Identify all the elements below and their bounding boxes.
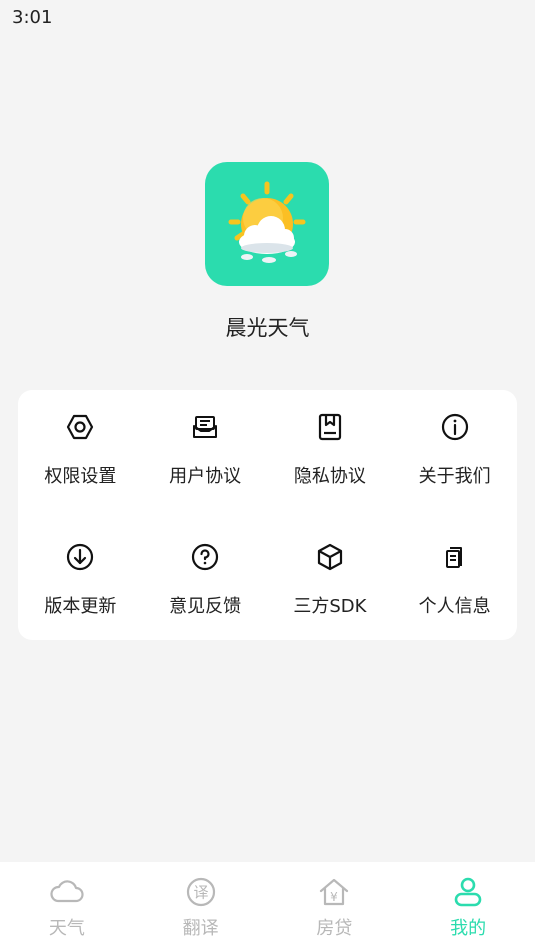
tab-translate[interactable]: 译 翻译 [134,862,268,951]
menu-item-user-agreement[interactable]: 用户协议 [143,390,268,520]
app-logo-icon [205,162,329,286]
book-icon [315,412,345,442]
info-icon [440,412,470,442]
hexagon-settings-icon [65,412,95,442]
menu-item-label: 权限设置 [44,466,117,487]
menu-item-personal-info[interactable]: 个人信息 [392,520,517,640]
tab-label: 我的 [450,918,487,939]
menu-item-label: 版本更新 [44,596,117,617]
tab-mine[interactable]: 我的 [401,862,535,951]
cube-icon [315,542,345,572]
menu-item-label: 关于我们 [418,466,491,487]
menu-item-permissions[interactable]: 权限设置 [18,390,143,520]
bottom-tab-bar: 天气 译 翻译 ¥ 房贷 我的 [0,862,535,951]
translate-icon: 译 [183,874,219,910]
svg-text:译: 译 [193,884,208,902]
tab-mortgage[interactable]: ¥ 房贷 [268,862,402,951]
menu-item-label: 三方SDK [293,596,367,617]
menu-item-third-party-sdk[interactable]: 三方SDK [268,520,393,640]
svg-text:¥: ¥ [331,890,339,904]
tab-label: 翻译 [182,918,219,939]
menu-item-label: 意见反馈 [169,596,242,617]
menu-item-version-update[interactable]: 版本更新 [18,520,143,640]
tab-weather[interactable]: 天气 [0,862,134,951]
status-time: 3:01 [12,7,53,28]
download-arrow-icon [65,542,95,572]
menu-item-about[interactable]: 关于我们 [392,390,517,520]
documents-icon [440,542,470,572]
cloud-icon [49,874,85,910]
user-icon [450,874,486,910]
menu-item-label: 用户协议 [169,466,242,487]
menu-card: 权限设置 用户协议 隐私协议 关于我们 版本更新 意见反馈 三方SDK 个人信息 [18,390,517,640]
envelope-document-icon [190,412,220,442]
app-name: 晨光天气 [225,316,310,340]
menu-item-feedback[interactable]: 意见反馈 [143,520,268,640]
menu-item-label: 隐私协议 [293,466,366,487]
menu-item-label: 个人信息 [418,596,491,617]
question-icon [190,542,220,572]
house-yuan-icon: ¥ [316,874,352,910]
tab-label: 天气 [48,918,85,939]
menu-item-privacy[interactable]: 隐私协议 [268,390,393,520]
tab-label: 房贷 [316,918,353,939]
